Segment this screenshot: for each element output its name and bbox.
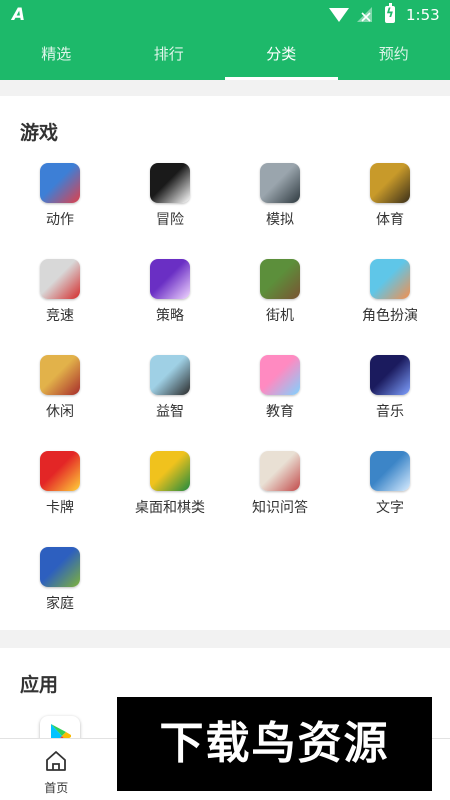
category-label: 体育 — [376, 212, 404, 228]
category-item[interactable]: 模拟 — [225, 160, 335, 256]
category-item[interactable]: 文字 — [335, 448, 445, 544]
arcade-icon — [260, 259, 300, 299]
music-icon — [370, 355, 410, 395]
family-icon — [40, 547, 80, 587]
status-bar: A 1:53 — [0, 0, 450, 30]
nav-home-label: 首页 — [44, 781, 69, 795]
no-sim-icon — [361, 12, 371, 22]
watermark-banner: 下载鸟资源 — [117, 697, 432, 791]
board-game-icon — [150, 451, 190, 491]
category-item[interactable]: 卡牌 — [5, 448, 115, 544]
adventure-icon — [150, 163, 190, 203]
home-icon — [46, 751, 67, 771]
category-label: 街机 — [266, 308, 294, 324]
games-section-title: 游戏 — [20, 122, 59, 144]
category-item[interactable]: 教育 — [225, 352, 335, 448]
category-item[interactable]: 益智 — [115, 352, 225, 448]
category-item[interactable]: 冒险 — [115, 160, 225, 256]
category-label: 动作 — [46, 212, 74, 228]
category-item[interactable]: 音乐 — [335, 352, 445, 448]
category-label: 知识问答 — [252, 500, 308, 516]
clock: 1:53 — [406, 6, 440, 24]
category-item[interactable]: 知识问答 — [225, 448, 335, 544]
category-label: 策略 — [156, 308, 184, 324]
tab-preorder[interactable]: 预约 — [338, 30, 450, 80]
sports-icon — [370, 163, 410, 203]
category-label: 桌面和棋类 — [135, 500, 205, 516]
category-item[interactable]: 角色扮演 — [335, 256, 445, 352]
battery-charging-icon — [385, 3, 395, 23]
category-label: 家庭 — [46, 596, 74, 612]
category-item[interactable]: 休闲 — [5, 352, 115, 448]
card-icon — [40, 451, 80, 491]
action-icon — [40, 163, 80, 203]
category-label: 冒险 — [156, 212, 184, 228]
puzzle-icon — [150, 355, 190, 395]
racing-icon — [40, 259, 80, 299]
category-item[interactable]: 家庭 — [5, 544, 115, 640]
apps-section-title: 应用 — [20, 674, 59, 696]
category-label: 益智 — [156, 404, 184, 420]
category-label: 角色扮演 — [362, 308, 418, 324]
category-label: 休闲 — [46, 404, 74, 420]
nav-home[interactable]: 首页 — [0, 739, 113, 800]
category-label: 模拟 — [266, 212, 294, 228]
simulation-icon — [260, 163, 300, 203]
category-label: 文字 — [376, 500, 404, 516]
casual-icon — [40, 355, 80, 395]
category-label: 教育 — [266, 404, 294, 420]
category-item[interactable]: 桌面和棋类 — [115, 448, 225, 544]
games-category-grid: 动作 冒险 模拟 体育竞速 策略 街机 角色扮演休闲 益智 教育 音乐卡牌 桌面和棋类 知识问答 文字家… — [0, 160, 450, 640]
trivia-icon — [260, 451, 300, 491]
games-section: 游戏 动作 冒险 模拟 体育竞速 策略 街机 角色扮演休闲 益智 教育 音乐卡牌 桌面和棋类 知识问答… — [0, 96, 450, 630]
tab-featured[interactable]: 精选 — [0, 30, 113, 80]
app-notification-icon: A — [12, 5, 26, 25]
wifi-icon — [329, 8, 349, 22]
category-label: 竞速 — [46, 308, 74, 324]
category-label: 卡牌 — [46, 500, 74, 516]
category-item[interactable]: 街机 — [225, 256, 335, 352]
strategy-icon — [150, 259, 190, 299]
word-icon — [370, 451, 410, 491]
role-playing-icon — [370, 259, 410, 299]
category-label: 音乐 — [376, 404, 404, 420]
category-item[interactable]: 竞速 — [5, 256, 115, 352]
tab-categories[interactable]: 分类 — [225, 30, 338, 80]
top-tab-bar: 精选 排行 分类 预约 — [0, 30, 450, 80]
category-item[interactable]: 策略 — [115, 256, 225, 352]
category-item[interactable]: 体育 — [335, 160, 445, 256]
category-item[interactable]: 动作 — [5, 160, 115, 256]
tab-ranking[interactable]: 排行 — [113, 30, 226, 80]
education-icon — [260, 355, 300, 395]
